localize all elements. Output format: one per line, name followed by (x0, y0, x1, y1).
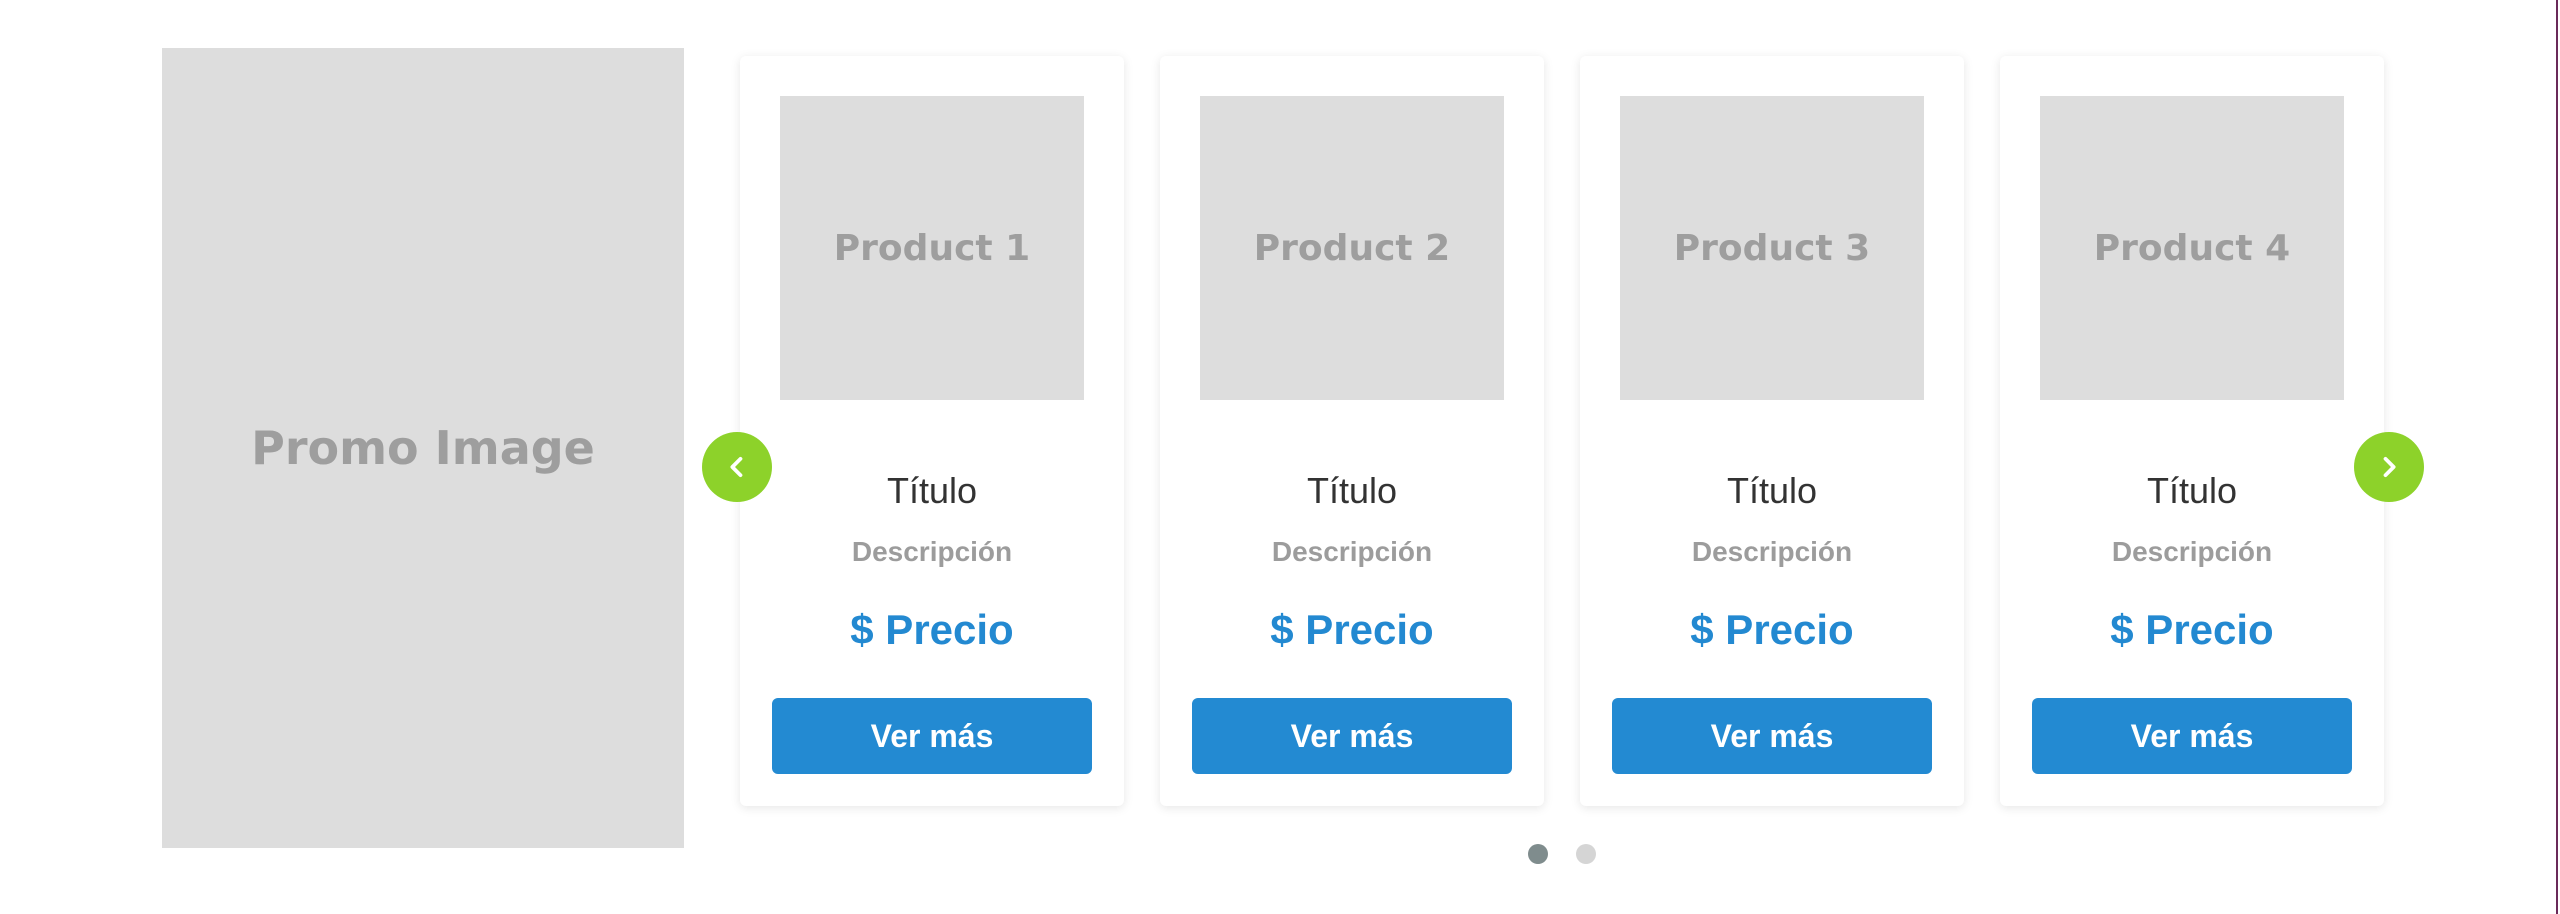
product-card: Product 1 Título Descripción $ Precio Ve… (740, 56, 1124, 806)
product-image-label: Product 1 (833, 227, 1031, 269)
promo-image: Promo Image (162, 48, 684, 848)
carousel-next-button[interactable] (2354, 432, 2424, 502)
product-title: Título (1726, 470, 1818, 511)
product-price: $ Precio (1270, 606, 1434, 653)
product-title: Título (2146, 470, 2238, 511)
chevron-right-icon (2383, 456, 2396, 478)
product-image-label: Product 3 (1673, 227, 1871, 269)
product-description: Descripción (851, 536, 1013, 567)
page-edge-line (2556, 0, 2558, 914)
product-image: Product 2 (1200, 96, 1504, 400)
product-image: Product 3 (1620, 96, 1924, 400)
product-price: $ Precio (2110, 606, 2274, 653)
carousel-dot-2[interactable] (1576, 844, 1596, 864)
product-image-label: Product 4 (2093, 227, 2291, 269)
product-card: Product 3 Título Descripción $ Precio Ve… (1580, 56, 1964, 806)
product-image: Product 4 (2040, 96, 2344, 400)
chevron-left-icon (730, 456, 743, 478)
product-card: Product 4 Título Descripción $ Precio Ve… (2000, 56, 2384, 806)
product-image: Product 1 (780, 96, 1084, 400)
product-description: Descripción (2111, 536, 2273, 567)
product-description: Descripción (1271, 536, 1433, 567)
promo-image-label: Promo Image (251, 421, 595, 475)
product-title: Título (886, 470, 978, 511)
product-card: Product 2 Título Descripción $ Precio Ve… (1160, 56, 1544, 806)
view-more-button[interactable]: Ver más (1192, 698, 1512, 774)
product-description: Descripción (1691, 536, 1853, 567)
product-price: $ Precio (1690, 606, 1854, 653)
product-price: $ Precio (850, 606, 1014, 653)
product-title: Título (1306, 470, 1398, 511)
product-image-label: Product 2 (1253, 227, 1451, 269)
view-more-button[interactable]: Ver más (772, 698, 1092, 774)
carousel-dot-1[interactable] (1528, 844, 1548, 864)
carousel-prev-button[interactable] (702, 432, 772, 502)
view-more-button[interactable]: Ver más (1612, 698, 1932, 774)
view-more-button[interactable]: Ver más (2032, 698, 2352, 774)
